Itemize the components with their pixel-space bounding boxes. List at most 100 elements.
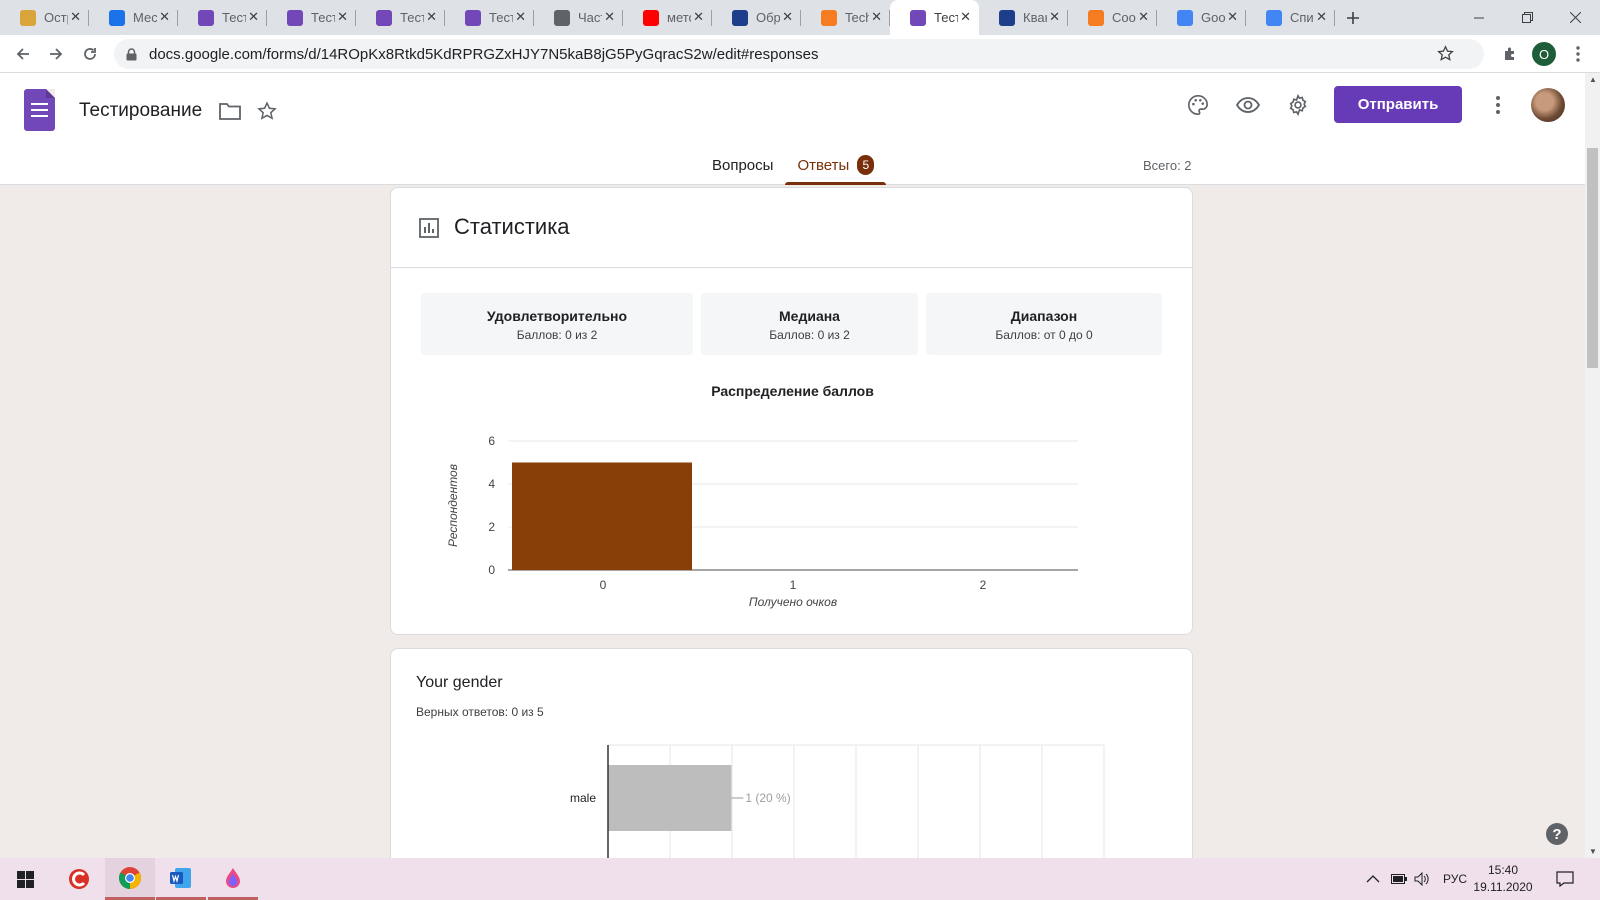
close-tab-icon[interactable]: ✕ — [782, 9, 793, 25]
browser-tab[interactable]: Тест ✕ — [890, 0, 979, 35]
tab-questions-label: Вопросы — [712, 156, 774, 174]
forms-icon — [198, 9, 214, 26]
clock-time: 15:40 — [1487, 863, 1519, 877]
extensions-button[interactable] — [1498, 41, 1524, 67]
close-tab-icon[interactable]: ✕ — [426, 9, 437, 25]
windows-taskbar: РУС 15:40 19.11.2020 — [0, 858, 1600, 900]
browser-tab-title: метод — [667, 10, 691, 25]
tab-questions[interactable]: Вопросы — [700, 145, 785, 185]
close-tab-icon[interactable]: ✕ — [960, 9, 971, 25]
lock-icon — [126, 47, 137, 61]
browser-tab[interactable]: Часть✕ — [534, 0, 623, 35]
browser-tab[interactable]: Goo ✕ — [1157, 0, 1246, 35]
show-hidden-icons-button[interactable] — [1366, 858, 1380, 900]
close-tab-icon[interactable]: ✕ — [693, 9, 704, 25]
page-scrollbar[interactable]: ▲ ▼ — [1585, 73, 1600, 858]
close-tab-icon[interactable]: ✕ — [1049, 9, 1060, 25]
browser-tab[interactable]: Тест ✕ — [178, 0, 267, 35]
responses-count-badge: 5 — [857, 155, 875, 175]
yandex-icon — [643, 9, 659, 26]
form-title[interactable]: Тестирование — [79, 100, 202, 122]
close-tab-icon[interactable]: ✕ — [604, 9, 615, 25]
form-menu-button[interactable] — [1484, 91, 1512, 119]
close-tab-icon[interactable]: ✕ — [1227, 9, 1238, 25]
browser-tab-title: Тест — [400, 10, 424, 25]
browser-tab[interactable]: метод✕ — [623, 0, 712, 35]
back-button[interactable] — [10, 41, 36, 67]
reload-button[interactable] — [77, 41, 103, 67]
browser-tab[interactable]: Тест ✕ — [445, 0, 534, 35]
send-button[interactable]: Отправить — [1334, 86, 1462, 123]
palette-icon[interactable] — [1184, 91, 1212, 119]
minimize-button[interactable] — [1456, 0, 1502, 35]
new-tab-button[interactable] — [1335, 0, 1371, 35]
scrollbar-thumb[interactable] — [1587, 148, 1598, 368]
browser-tab[interactable]: Квант✕ — [979, 0, 1068, 35]
browser-tab-title: Тест — [934, 10, 958, 25]
system-clock[interactable]: 15:40 19.11.2020 — [1468, 862, 1538, 896]
close-tab-icon[interactable]: ✕ — [159, 9, 170, 25]
address-bar[interactable]: docs.google.com/forms/d/14ROpKx8Rtkd5KdR… — [114, 39, 1484, 69]
browser-tab[interactable]: Обр ✕ — [712, 0, 801, 35]
browser-tab-title: Часть — [578, 10, 602, 25]
preview-eye-icon[interactable] — [1234, 91, 1262, 119]
browser-tab-title: Goo — [1201, 10, 1225, 25]
gender-answers-chart: male 1 (20 %) — [570, 744, 1105, 869]
restore-button[interactable] — [1504, 0, 1550, 35]
input-language-indicator[interactable]: РУС — [1443, 858, 1467, 900]
google-forms-logo-icon[interactable] — [24, 89, 55, 131]
browser-tab[interactable]: Остров✕ — [0, 0, 89, 35]
y-tick-label: 2 — [488, 520, 495, 534]
browser-tab-title: Спи — [1290, 10, 1314, 25]
user-avatar[interactable] — [1531, 88, 1565, 122]
forward-button[interactable] — [43, 41, 69, 67]
tab-responses[interactable]: Ответы 5 — [785, 145, 887, 185]
browser-tab-title: Тест — [311, 10, 335, 25]
chrome-icon[interactable] — [105, 858, 155, 900]
arrow-left-icon — [16, 48, 29, 60]
word-icon[interactable] — [156, 858, 206, 900]
volume-icon[interactable] — [1414, 858, 1430, 900]
x-axis-label: Получено очков — [749, 595, 837, 609]
blogger-icon — [1088, 9, 1104, 26]
browser-menu-button[interactable] — [1565, 41, 1591, 67]
close-icon — [1569, 12, 1581, 23]
battery-icon[interactable] — [1391, 858, 1407, 900]
action-center-button[interactable] — [1556, 858, 1574, 900]
paint-icon[interactable] — [208, 858, 258, 900]
bar — [512, 462, 692, 570]
scroll-down-arrow-icon[interactable]: ▼ — [1589, 847, 1597, 856]
close-tab-icon[interactable]: ✕ — [70, 9, 81, 25]
y-tick-label: 6 — [488, 434, 495, 448]
close-tab-icon[interactable]: ✕ — [1138, 9, 1149, 25]
scroll-up-arrow-icon[interactable]: ▲ — [1589, 75, 1597, 84]
browser-tab[interactable]: Tech ✕ — [801, 0, 890, 35]
x-tick-label: 0 — [600, 578, 607, 592]
browser-tab[interactable]: Спи ✕ — [1246, 0, 1335, 35]
bookmark-star-icon[interactable] — [1437, 45, 1454, 66]
folder-icon[interactable] — [216, 97, 244, 125]
profile-avatar[interactable]: O — [1532, 42, 1556, 66]
close-window-button[interactable] — [1552, 0, 1598, 35]
bar — [608, 765, 732, 831]
more-vert-icon — [1496, 96, 1500, 114]
browser-tab-title: Тест — [222, 10, 246, 25]
close-tab-icon[interactable]: ✕ — [871, 9, 882, 25]
windows-start-icon[interactable] — [0, 858, 50, 900]
browser-tab[interactable]: Coo ✕ — [1068, 0, 1157, 35]
browser-tab[interactable]: Тест ✕ — [267, 0, 356, 35]
browser-tab[interactable]: Тест ✕ — [356, 0, 445, 35]
close-tab-icon[interactable]: ✕ — [337, 9, 348, 25]
close-tab-icon[interactable]: ✕ — [248, 9, 259, 25]
feather-icon — [732, 9, 748, 26]
help-button[interactable]: ? — [1546, 823, 1568, 845]
ccleaner-icon[interactable] — [54, 858, 104, 900]
clock-date: 19.11.2020 — [1473, 880, 1533, 894]
google-icon — [1266, 9, 1282, 26]
close-tab-icon[interactable]: ✕ — [515, 9, 526, 25]
score-distribution-chart: 0 2 4 6 0 1 2 Получено очков Респондентов — [446, 434, 1078, 609]
star-icon[interactable] — [253, 97, 281, 125]
settings-gear-icon[interactable] — [1284, 91, 1312, 119]
browser-tab[interactable]: Мессенджер✕ — [89, 0, 178, 35]
close-tab-icon[interactable]: ✕ — [1316, 9, 1327, 25]
